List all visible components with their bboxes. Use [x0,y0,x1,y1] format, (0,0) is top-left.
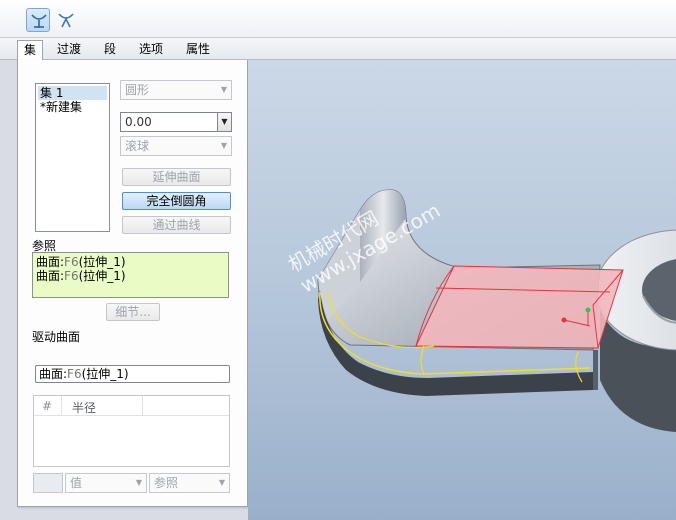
set-list-item-selected[interactable]: 集 1 [38,86,107,100]
tab-properties[interactable]: 属性 [180,40,216,60]
chevron-down-icon: ▼ [220,141,227,150]
tab-segment[interactable]: 段 [98,40,122,60]
reference-dropdown[interactable]: 参照 ▼ [149,473,230,493]
graphics-viewport[interactable]: 机械时代网 www.jxage.com [248,60,676,520]
extend-surface-button[interactable]: 延伸曲面 [122,168,231,186]
radius-value: 0.00 [125,115,152,129]
highlighted-edge-chain [420,345,425,375]
driving-surface-label: 驱动曲面 [32,330,81,344]
set-list-item-new[interactable]: *新建集 [38,100,82,114]
chevron-down-icon[interactable]: ▼ [217,113,231,131]
radius-table-header: # 半径 [34,396,229,416]
tab-strip: 集 过渡 段 选项 属性 [0,38,676,61]
column-header-radius: 半径 [72,401,97,415]
driving-surface-prefix: 曲面: [39,367,68,381]
method-dropdown-value: 滚球 [125,139,150,153]
set-panel: 集 1 *新建集 圆形 ▼ 0.00 ▼ 滚球 ▼ 延伸曲面 完全倒圆角 通过曲… [17,60,248,507]
full-round-button[interactable]: 完全倒圆角 [122,192,231,210]
shape-dropdown[interactable]: 圆形 ▼ [120,80,232,100]
details-button[interactable]: 细节... [106,303,160,321]
radius-drag-handle[interactable] [561,317,567,323]
chevron-down-icon: ▼ [218,478,225,487]
driving-surface-name: (拉伸_1) [81,367,129,381]
method-dropdown[interactable]: 滚球 ▼ [120,136,232,156]
reference-dropdown-value: 参照 [154,476,179,490]
fillet-set-mode-button[interactable] [26,8,50,32]
references-collector[interactable]: 曲面:F6(拉伸_1) 曲面:F6(拉伸_1) [32,252,229,298]
driving-surface-collector[interactable]: 曲面:F6(拉伸_1) [35,365,230,383]
reference-prefix: 曲面: [36,255,65,269]
through-curve-button[interactable]: 通过曲线 [122,216,231,234]
driving-surface-id: F6 [67,367,82,381]
tab-set[interactable]: 集 [17,40,44,61]
fillet-transition-mode-button[interactable] [54,8,78,32]
reference-item[interactable]: 曲面:F6(拉伸_1) [36,255,225,269]
radius-table[interactable]: # 半径 [33,395,230,467]
reference-prefix: 曲面: [36,269,65,283]
shape-dropdown-value: 圆形 [125,83,150,97]
fillet-set-mode-icon [31,14,47,28]
reference-name: (拉伸_1) [78,269,126,283]
part-end-edge [593,350,598,390]
tab-transition[interactable]: 过渡 [51,40,87,60]
fillet-transition-mode-icon [58,13,74,28]
reference-id: F6 [64,269,79,283]
reference-item[interactable]: 曲面:F6(拉伸_1) [36,269,225,283]
value-dropdown[interactable]: 值 ▼ [65,473,147,493]
column-divider [61,396,62,416]
set-list[interactable]: 集 1 *新建集 [35,83,110,232]
column-divider [142,396,143,416]
radius-input[interactable]: 0.00 ▼ [120,112,232,132]
column-header-index: # [42,399,53,413]
tab-options[interactable]: 选项 [133,40,169,60]
reference-name: (拉伸_1) [78,255,126,269]
toolbar [0,0,676,38]
reference-id: F6 [64,255,79,269]
chevron-down-icon: ▼ [135,478,142,487]
chevron-down-icon: ▼ [220,85,227,94]
radius-anchor-point[interactable] [585,307,591,313]
value-dropdown-value: 值 [70,476,83,490]
value-swatch [33,473,63,493]
